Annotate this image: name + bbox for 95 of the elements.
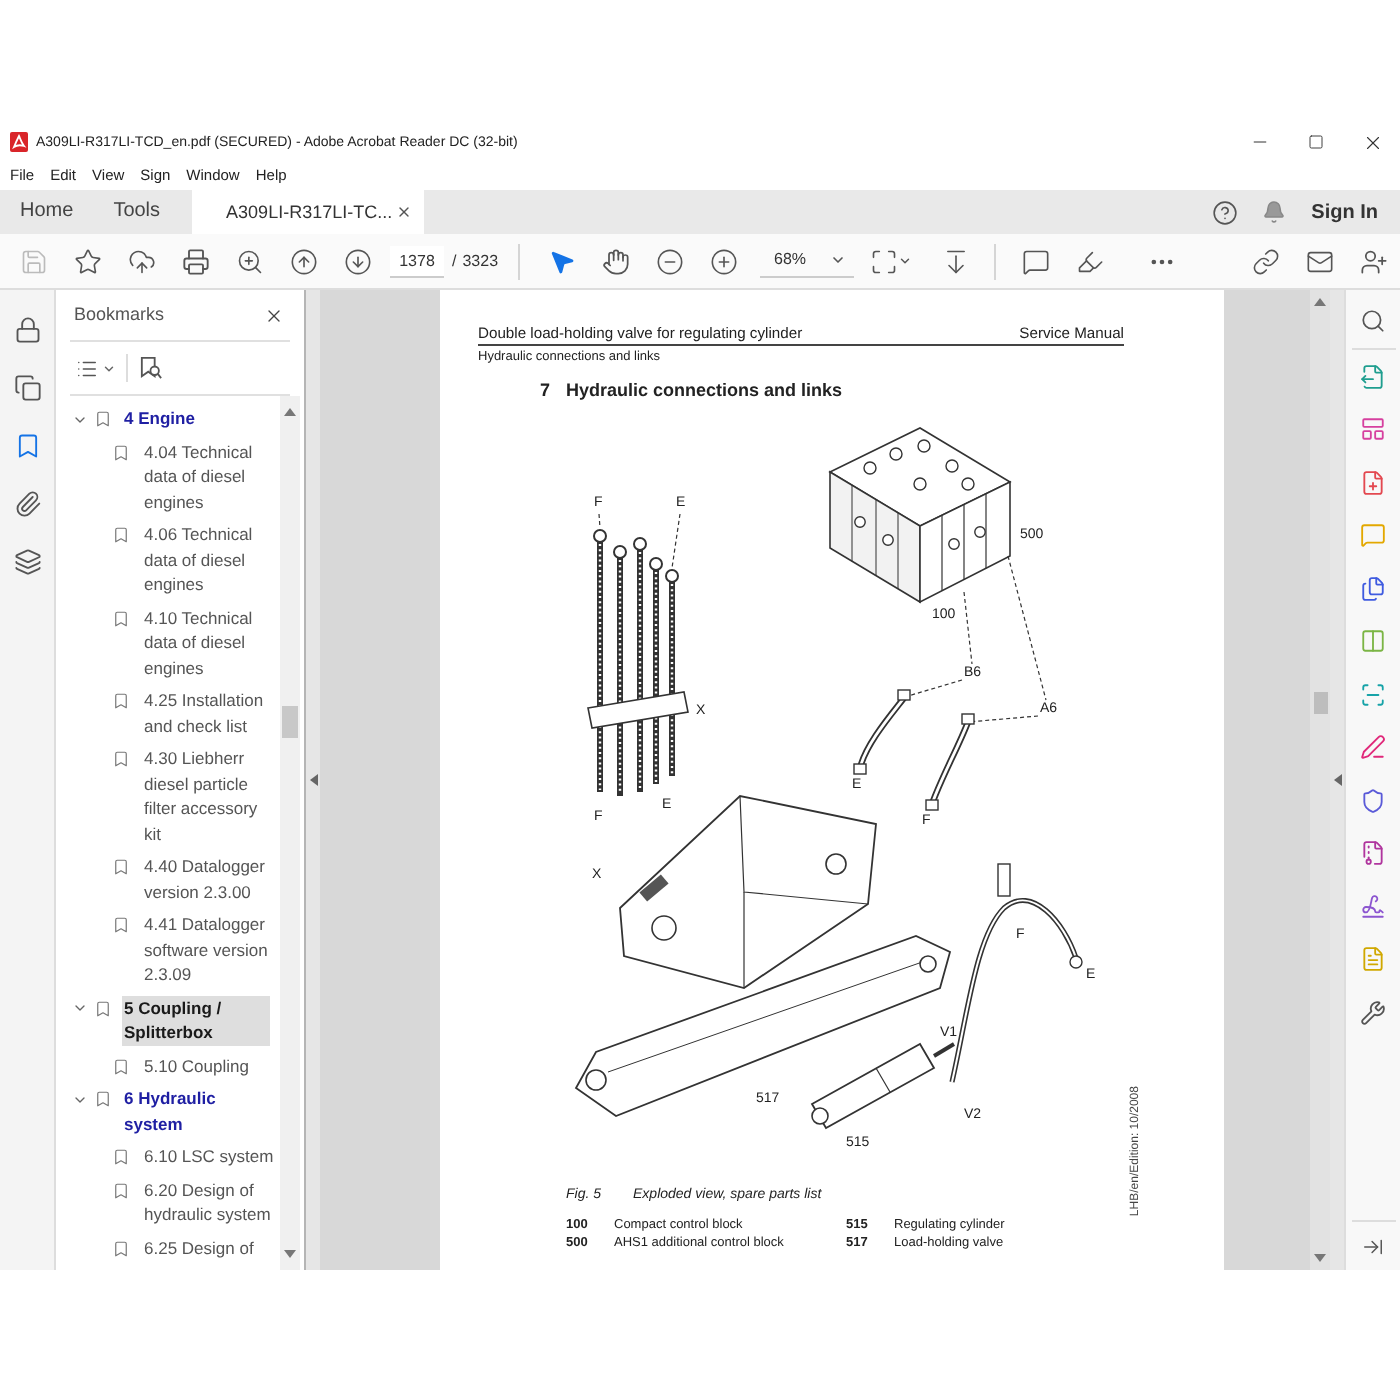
page-count: 3323 [462,249,499,273]
scan-icon[interactable] [1360,681,1386,708]
printer-icon[interactable] [181,247,209,275]
bookmark-item[interactable]: 5 Coupling / Splitterbox [122,995,270,1045]
wrench-icon[interactable] [1360,999,1386,1026]
dashed-leader-line [671,513,681,569]
tab[interactable]: Tools [93,190,181,234]
collapse-arrow-icon[interactable] [309,774,317,786]
close-icon[interactable] [396,204,413,220]
bookmark-icon [112,609,130,627]
bookmark-item[interactable]: 4.30 Liebherr diesel particle filter accessory kit [144,746,276,846]
bookmark-item[interactable]: 6.10 LSC system [144,1144,276,1169]
bookmark-icon [112,750,130,768]
scrollbar-thumb[interactable] [282,706,298,738]
link-icon[interactable] [1251,247,1279,275]
stacked-pages-icon[interactable] [1360,575,1386,602]
layers-icon[interactable] [13,548,41,576]
hose [853,689,911,775]
hose [925,713,975,811]
bookmark-search-icon[interactable] [140,356,162,380]
scroll-up-icon[interactable] [1314,298,1326,306]
bookmark-item[interactable]: 4.06 Technical data of diesel engines [144,522,276,597]
lock-icon[interactable] [13,316,41,344]
bookmark-item[interactable]: 4.40 Datalogger version 2.3.00 [144,854,276,904]
scrollbar-thumb[interactable] [1313,692,1327,714]
help-icon[interactable] [1211,199,1238,225]
page-separator: / [452,249,457,273]
zoom-icon[interactable] [235,247,263,275]
bookmark-icon [112,916,130,934]
bookmark-item[interactable]: 4.41 Datalogger software version 2.3.09 [144,912,276,987]
archive-page-icon[interactable] [1360,840,1386,867]
bookmark-item[interactable]: 5.10 Coupling [144,1053,276,1078]
dashed-leader-line [598,513,601,529]
mail-icon[interactable] [1305,247,1333,275]
scrollbar[interactable] [280,396,300,1270]
caret-icon[interactable] [830,252,847,268]
maximize-icon[interactable] [1308,134,1324,150]
tab[interactable]: Home [0,190,94,234]
search-icon[interactable] [1360,308,1386,334]
comment-icon[interactable] [1021,247,1050,275]
bookmark-icon [112,1239,130,1257]
bookmark-icon [94,999,112,1017]
section-heading: Hydraulic connections and links [566,380,843,402]
bookmark-icon [112,526,130,544]
bell-icon[interactable] [1261,200,1286,224]
collapse-arrow-icon[interactable] [1333,774,1341,786]
zoom-in-icon[interactable] [709,247,738,275]
scrollbar[interactable] [1310,290,1330,1270]
caret-icon[interactable] [102,361,116,375]
bookmark-item[interactable]: 4.25 Installation and check list [144,688,276,738]
bookmark-item[interactable]: 6.20 Design of hydraulic system [144,1177,276,1227]
bookmark-icon[interactable] [13,432,41,460]
chevron-down-icon[interactable] [72,1000,88,1016]
clamp-plate [587,691,689,729]
dashed-leader-line [907,679,963,697]
previous-page-icon[interactable] [289,247,317,275]
layout-icon[interactable] [1360,416,1386,443]
scroll-down-icon[interactable] [284,1250,296,1258]
pdf-app-icon [10,132,28,152]
pages-icon[interactable] [13,374,41,402]
section-number: 7 [540,380,551,402]
pen-icon[interactable] [1360,734,1386,761]
next-page-icon[interactable] [343,247,371,275]
signature-icon[interactable] [1360,893,1386,920]
close-icon[interactable] [264,305,284,325]
bookmark-item[interactable]: 6 Hydraulic system [122,1086,270,1136]
tab[interactable]: A309LI-R317LI-TC... [192,190,425,234]
bookmark-item[interactable]: 4.10 Technical data of diesel engines [144,605,276,680]
sign-in-button[interactable]: Sign In [1311,197,1378,227]
page-arrow-icon[interactable] [1360,363,1386,390]
caret-icon[interactable] [898,254,913,268]
scroll-down-icon[interactable] [1314,1254,1326,1262]
panel-title: Bookmarks [74,301,165,328]
paperclip-icon[interactable] [13,490,41,518]
highlighter-icon[interactable] [1075,247,1104,275]
collapse-panel-icon[interactable] [1362,1235,1384,1257]
bookmark-icon [112,858,130,876]
zoom-out-icon[interactable] [655,247,684,275]
bookmark-item[interactable]: 4 Engine [122,406,270,431]
page-number-field[interactable]: 1378 [390,245,444,277]
bookmark-icon [112,692,130,710]
cloud-upload-icon[interactable] [127,247,155,275]
dashed-leader-line [963,591,973,665]
scroll-up-icon[interactable] [284,408,296,416]
add-user-icon[interactable] [1359,247,1387,275]
bookmark-item[interactable]: 4.04 Technical data of diesel engines [144,439,276,514]
bookmark-item[interactable]: 6.25 Design of [144,1235,276,1260]
hand-icon[interactable] [601,247,630,275]
page-plus-icon[interactable] [1360,469,1386,496]
star-icon[interactable] [73,247,101,275]
shield-icon[interactable] [1360,787,1386,814]
close-icon[interactable] [1361,131,1383,153]
expand-icon[interactable] [870,247,899,275]
pointer-icon[interactable] [547,247,576,275]
zoom-field[interactable]: 68% [760,245,855,277]
